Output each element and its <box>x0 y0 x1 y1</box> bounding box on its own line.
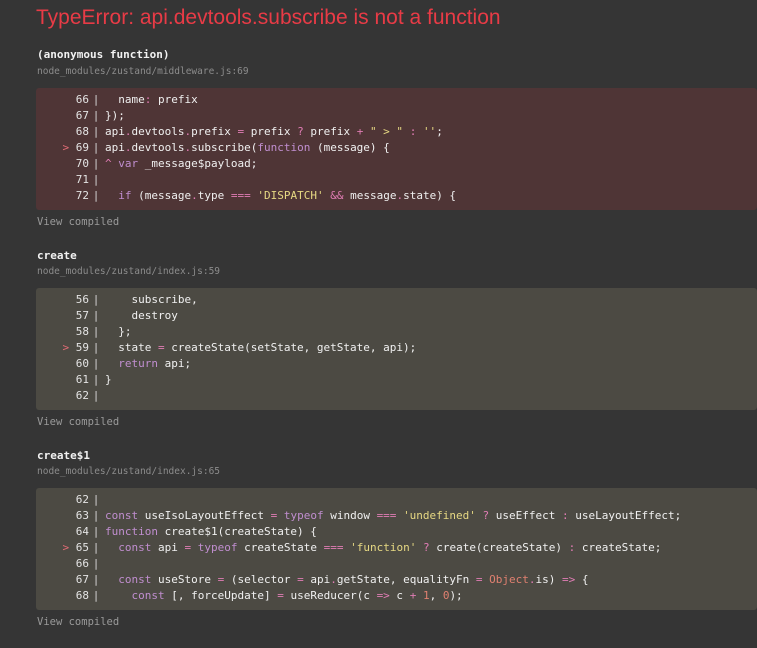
gutter-separator: | <box>92 141 100 154</box>
code-line: 63 | const useIsoLayoutEffect = typeof win… <box>36 508 757 524</box>
code-line: 66 | <box>36 556 757 572</box>
frame-1-function-name: (anonymous function) <box>37 48 170 61</box>
code-text: const [, forceUpdate] = useReducer(c => … <box>131 589 463 602</box>
code-line: 71 | <box>36 172 757 188</box>
code-text: return api; <box>118 357 192 370</box>
gutter-separator: | <box>92 109 100 122</box>
code-text: const api = typeof createState === 'func… <box>118 541 662 554</box>
gutter-separator: | <box>92 157 100 170</box>
frame-2-function-name: create <box>37 249 77 262</box>
line-number: > 65 <box>62 541 90 554</box>
gutter-separator: | <box>92 525 100 538</box>
gutter-separator: | <box>92 357 100 370</box>
gutter-separator: | <box>92 309 100 322</box>
gutter-separator: | <box>92 541 100 554</box>
gutter-separator: | <box>92 557 100 570</box>
line-number: 56 <box>75 293 89 306</box>
line-number: 58 <box>75 325 89 338</box>
gutter-separator: | <box>92 341 100 354</box>
code-text: }); <box>105 109 125 122</box>
code-line: > 69 | api.devtools.subscribe(function (me… <box>36 140 757 156</box>
frame-2-file-path: node_modules/zustand/index.js:59 <box>37 266 221 277</box>
frame-3-code-block: 62 | 63 | const useIsoLayoutEffect = typeof … <box>36 488 757 610</box>
gutter-separator: | <box>92 589 100 602</box>
gutter-separator: | <box>92 509 100 522</box>
line-number: 62 <box>75 493 89 506</box>
code-line: 57 | destroy <box>36 308 757 324</box>
code-line: 67 |}); <box>36 108 757 124</box>
gutter-separator: | <box>92 93 100 106</box>
gutter-separator: | <box>92 173 100 186</box>
code-line: 68 | api.devtools.prefix = prefix ? prefix… <box>36 124 757 140</box>
line-number: 64 <box>75 525 89 538</box>
line-number: 68 <box>75 125 89 138</box>
code-line: 70 | ^ var _message$payload; <box>36 156 757 172</box>
code-text: const useIsoLayoutEffect = typeof window… <box>105 509 682 522</box>
gutter-separator: | <box>92 189 100 202</box>
frame-3-function-name: create$1 <box>37 449 90 462</box>
gutter-separator: | <box>92 373 100 386</box>
gutter-separator: | <box>92 573 100 586</box>
code-text: name: prefix <box>105 93 198 106</box>
line-number: 66 <box>75 557 89 570</box>
code-line: 62 | <box>36 388 757 404</box>
code-line: 56 | subscribe, <box>36 292 757 308</box>
frame-1-code-block: 66 | name: prefix 67 |}); 68 | api.devtools.pr… <box>36 88 757 210</box>
code-line: 68 | const [, forceUpdate] = useReducer(c… <box>36 588 757 604</box>
code-line: 64 | function create$1(createState) { <box>36 524 757 540</box>
gutter-separator: | <box>92 493 100 506</box>
code-line: 62 | <box>36 492 757 508</box>
line-number: 62 <box>75 389 89 402</box>
line-number: > 59 <box>62 341 90 354</box>
code-text: api.devtools.subscribe(function (message… <box>105 141 390 154</box>
line-number: 70 <box>75 157 89 170</box>
code-line: 61 |} <box>36 372 757 388</box>
code-line: > 65 | const api = typeof createState ===… <box>36 540 757 556</box>
code-text: if (message.type === 'DISPATCH' && messa… <box>118 189 457 202</box>
code-line: 60 | return api; <box>36 356 757 372</box>
code-text: const useStore = (selector = api.getStat… <box>118 573 589 586</box>
code-text: } <box>105 373 112 386</box>
error-title: TypeError: api.devtools.subscribe is not… <box>36 6 501 29</box>
code-line: 67 | const useStore = (selector = api.get… <box>36 572 757 588</box>
line-number: 61 <box>75 373 89 386</box>
gutter-separator: | <box>92 325 100 338</box>
gutter-separator: | <box>92 293 100 306</box>
frame-3-view-compiled-link[interactable]: View compiled <box>37 616 119 628</box>
line-number: 57 <box>75 309 89 322</box>
code-text: destroy <box>105 309 178 322</box>
gutter-separator: | <box>92 125 100 138</box>
frame-2-view-compiled-link[interactable]: View compiled <box>37 416 119 428</box>
line-number: 66 <box>75 93 89 106</box>
line-number: 67 <box>75 109 89 122</box>
frame-3-file-path: node_modules/zustand/index.js:65 <box>37 466 221 477</box>
line-number: 63 <box>75 509 89 522</box>
gutter-separator: | <box>92 389 100 402</box>
code-text: state = createState(setState, getState, … <box>105 341 417 354</box>
line-number: 67 <box>75 573 89 586</box>
code-text: }; <box>105 325 132 338</box>
code-text: function create$1(createState) { <box>105 525 317 538</box>
code-text: ^ var _message$payload; <box>105 157 258 170</box>
code-line: 72 | if (message.type === 'DISPATCH' && m… <box>36 188 757 204</box>
frame-2-code-block: 56 | subscribe, 57 | destroy 58 | }; > 59 | sta… <box>36 288 757 410</box>
line-number: 68 <box>75 589 89 602</box>
code-line: > 59 | state = createState(setState, getS… <box>36 340 757 356</box>
frame-1-file-path: node_modules/zustand/middleware.js:69 <box>37 66 249 77</box>
line-number: > 69 <box>62 141 90 154</box>
line-number: 60 <box>75 357 89 370</box>
code-line: 58 | }; <box>36 324 757 340</box>
code-text: api.devtools.prefix = prefix ? prefix + … <box>105 125 443 138</box>
line-number: 71 <box>75 173 89 186</box>
line-number: 72 <box>75 189 89 202</box>
frame-1-view-compiled-link[interactable]: View compiled <box>37 216 119 228</box>
code-line: 66 | name: prefix <box>36 92 757 108</box>
code-text: subscribe, <box>105 293 198 306</box>
